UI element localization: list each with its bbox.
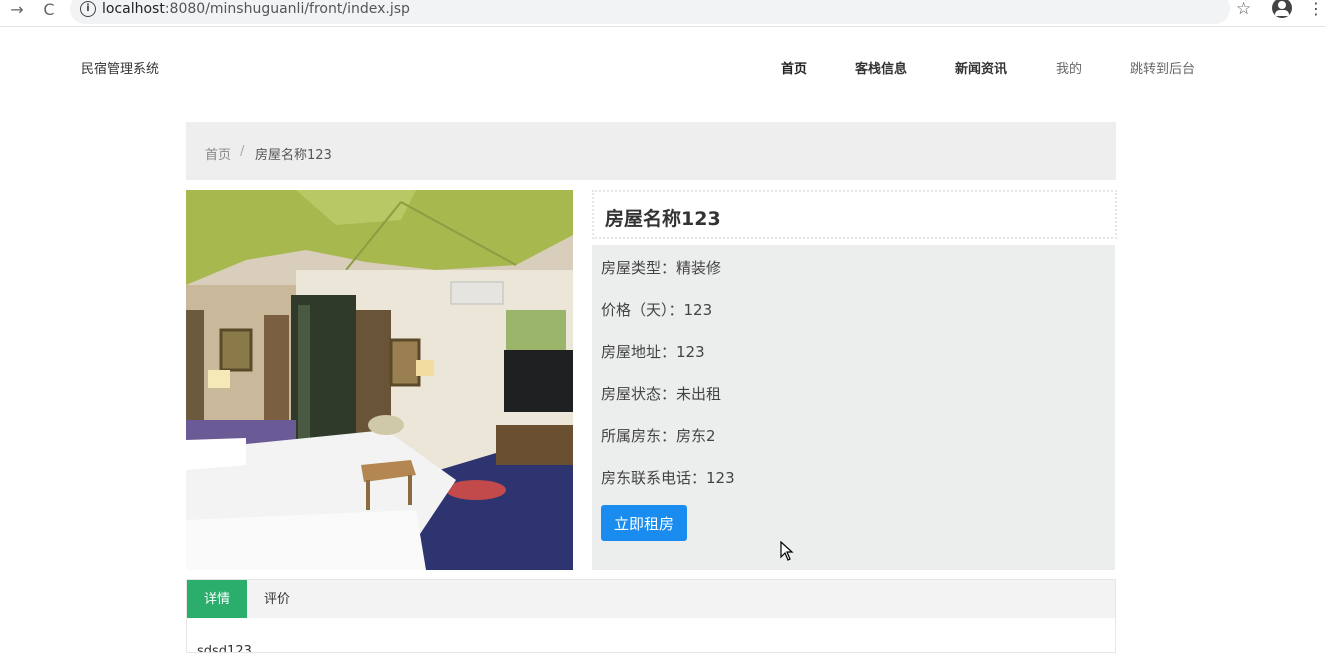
room-title-box: 房屋名称123 [592, 190, 1117, 239]
rent-now-button[interactable]: 立即租房 [601, 505, 687, 541]
tab-reviews[interactable]: 评价 [247, 580, 307, 619]
account-icon[interactable] [1272, 0, 1292, 18]
breadcrumb: 首页 / 房屋名称123 [186, 122, 1116, 180]
site-logo-title[interactable]: 民宿管理系统 [81, 58, 159, 77]
field-address: 房屋地址：123 [601, 343, 705, 361]
more-menu-icon[interactable]: ⋮ [1308, 0, 1324, 18]
bookmark-star-icon[interactable]: ☆ [1236, 0, 1251, 19]
site-info-icon[interactable]: i [80, 1, 96, 17]
breadcrumb-home[interactable]: 首页 [205, 144, 231, 163]
room-photo [186, 190, 573, 570]
breadcrumb-separator: / [240, 144, 245, 159]
tab-content: sdsd123 [186, 618, 1116, 653]
field-status: 房屋状态：未出租 [601, 385, 722, 403]
nav-mine[interactable]: 我的 [1056, 58, 1082, 77]
field-price: 价格（天）：123 [601, 301, 713, 319]
nav-home[interactable]: 首页 [781, 58, 807, 77]
url-text[interactable]: localhost:8080/minshuguanli/front/index.… [102, 0, 410, 18]
forward-arrow-icon[interactable]: → [6, 0, 28, 20]
mouse-cursor-icon [780, 541, 794, 561]
room-title: 房屋名称123 [605, 208, 721, 230]
breadcrumb-current: 房屋名称123 [255, 148, 332, 163]
nav-admin[interactable]: 跳转到后台 [1130, 58, 1195, 77]
room-info-panel: 房屋类型：精装修 价格（天）：123 房屋地址：123 房屋状态：未出租 所属房… [592, 245, 1115, 570]
field-room-type: 房屋类型：精装修 [601, 259, 722, 277]
field-landlord: 所属房东：房东2 [601, 427, 716, 445]
detail-tabs: 详情 评价 [186, 579, 1116, 620]
field-landlord-phone: 房东联系电话：123 [601, 469, 735, 487]
nav-inn-info[interactable]: 客栈信息 [855, 58, 907, 77]
reload-icon[interactable]: C [38, 0, 60, 20]
tab-details[interactable]: 详情 [187, 580, 247, 619]
nav-news[interactable]: 新闻资讯 [955, 58, 1007, 77]
browser-toolbar: → C i localhost:8080/minshuguanli/front/… [0, 0, 1325, 27]
